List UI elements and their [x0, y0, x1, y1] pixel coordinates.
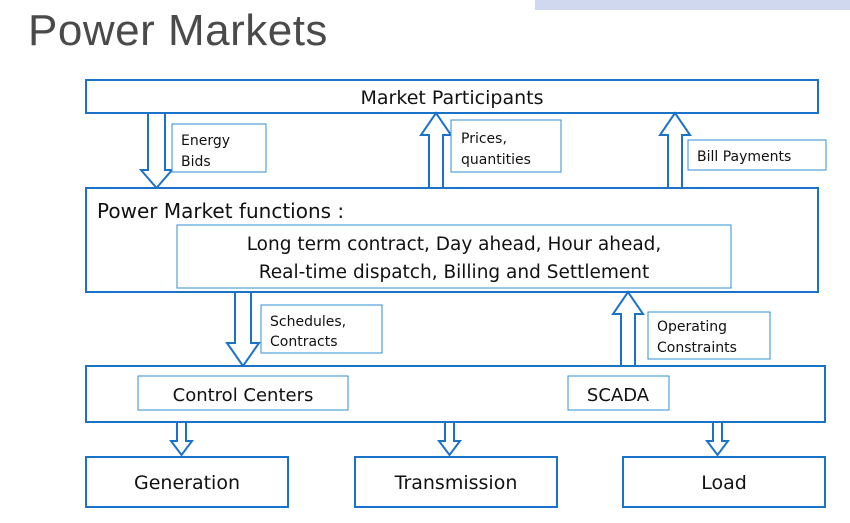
operating-constraints-arrow — [611, 290, 645, 367]
generation-label: Generation — [134, 472, 240, 494]
energy-bids-label-line1: Energy — [181, 133, 230, 149]
schedules-contracts-label-line2: Contracts — [270, 334, 338, 350]
control-centers-label: Control Centers — [173, 385, 314, 406]
functions-line2: Real-time dispatch, Billing and Settleme… — [259, 262, 650, 283]
power-market-diagram: Market Participants Energy Bids Prices, … — [85, 79, 827, 508]
functions-line1: Long term contract, Day ahead, Hour ahea… — [247, 234, 662, 255]
operating-constraints-label-line2: Constraints — [657, 340, 737, 356]
prices-quantities-label-line1: Prices, — [461, 131, 507, 147]
prices-quantities-label-line2: quantities — [461, 152, 531, 168]
prices-quantities-arrow — [419, 111, 453, 189]
market-participants-label: Market Participants — [361, 87, 544, 109]
bill-payments-arrow — [658, 111, 692, 189]
to-transmission-arrow — [437, 421, 462, 457]
transmission-label: Transmission — [394, 472, 518, 494]
to-load-arrow — [705, 421, 730, 457]
operating-constraints-label-line1: Operating — [657, 319, 727, 335]
to-generation-arrow — [169, 421, 194, 457]
schedules-contracts-arrow — [225, 291, 261, 368]
functions-heading: Power Market functions : — [97, 199, 344, 223]
schedules-contracts-label-line1: Schedules, — [270, 314, 346, 330]
bill-payments-label: Bill Payments — [697, 149, 791, 165]
energy-bids-label-line2: Bids — [181, 154, 211, 170]
scada-label: SCADA — [587, 385, 650, 406]
energy-bids-arrow — [138, 112, 175, 190]
load-label: Load — [701, 472, 747, 494]
